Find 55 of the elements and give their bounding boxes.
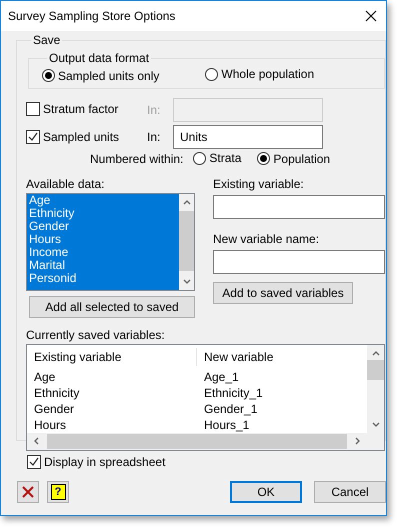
dialog-button[interactable]: OK — [230, 481, 302, 503]
clear-button[interactable] — [17, 481, 39, 503]
horizontal-scrollbar[interactable] — [27, 432, 367, 450]
add-all-button[interactable]: Add all selected to saved — [29, 296, 195, 318]
add-button[interactable]: Add to saved variables — [213, 282, 353, 304]
group-label: Save — [33, 33, 60, 47]
close-icon[interactable] — [365, 10, 377, 22]
list-item[interactable]: Age — [27, 194, 179, 206]
list-item[interactable]: Marital — [27, 258, 179, 272]
column-header[interactable]: Existing variable — [27, 348, 197, 366]
table-cell-text: Gender_1 — [203, 402, 258, 416]
group-label: Output data format — [49, 51, 150, 65]
scroll-down-icon[interactable] — [182, 276, 192, 286]
list-item[interactable]: Ethnicity — [27, 206, 179, 220]
field-label: Numbered within: — [90, 152, 184, 166]
field-label: In: — [147, 130, 162, 144]
table-cell-text: Ethnicity_1 — [203, 386, 263, 400]
list-item[interactable]: Income — [27, 246, 179, 258]
window-title: Survey Sampling Store Options — [8, 9, 176, 23]
table-label: Currently saved variables: — [26, 328, 165, 342]
cross-icon — [22, 486, 34, 498]
help-button[interactable]: ? — [47, 481, 69, 503]
vertical-scrollbar[interactable] — [367, 344, 384, 432]
field-label: In: — [147, 103, 162, 117]
checkbox[interactable]: Sampled units — [26, 130, 120, 144]
radio-button[interactable]: Sampled units only — [42, 68, 160, 83]
list-label: Available data: — [26, 176, 105, 190]
table-cell-text: Ethnicity — [33, 386, 80, 400]
input-field[interactable] — [213, 250, 385, 274]
dialog-button[interactable]: Cancel — [314, 481, 386, 503]
scroll-down-icon[interactable] — [370, 420, 380, 430]
list-item[interactable]: Gender — [27, 220, 179, 232]
radio-button[interactable]: Whole population — [205, 67, 314, 82]
table-cell-text: Hours_1 — [203, 418, 250, 432]
list-item[interactable]: Personid — [27, 272, 179, 284]
scroll-thumb[interactable] — [179, 210, 194, 270]
check-icon — [28, 132, 38, 142]
check-icon — [29, 457, 39, 467]
radio-button[interactable]: Population — [257, 152, 330, 166]
table-cell-text: Age — [33, 370, 56, 384]
vertical-scrollbar[interactable] — [179, 194, 194, 290]
radio-button[interactable]: Strata — [193, 151, 242, 165]
table-cell-text: Age_1 — [203, 370, 239, 384]
column-header[interactable]: New variable — [197, 348, 274, 366]
table-cell-text: Gender — [33, 402, 76, 416]
list-item[interactable]: Hours — [27, 232, 179, 246]
field-label: New variable name: — [213, 232, 320, 246]
table-cell-text: Hours — [33, 418, 68, 432]
checkbox[interactable]: Display in spreadsheet — [27, 455, 166, 469]
scroll-thumb[interactable] — [47, 434, 347, 448]
scroll-thumb[interactable] — [367, 360, 384, 380]
input-field[interactable] — [213, 194, 385, 218]
available-data-list[interactable]: Age Ethnicity Gender Hours Income Marital Personid — [26, 192, 195, 290]
input-field[interactable]: Units — [173, 125, 323, 149]
field-label: Existing variable: — [213, 176, 305, 190]
